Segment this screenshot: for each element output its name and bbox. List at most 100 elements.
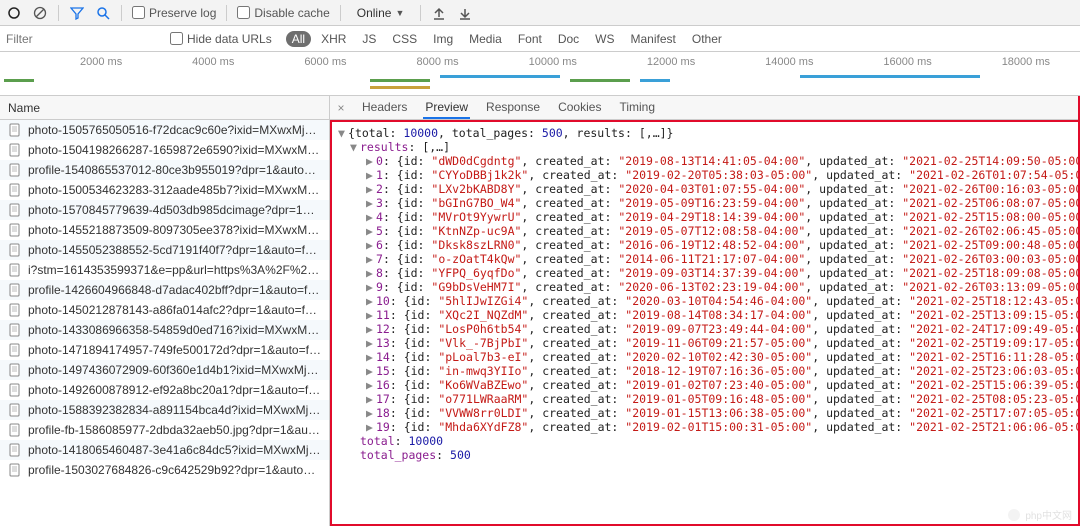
- record-toggle[interactable]: [6, 5, 22, 21]
- request-row[interactable]: photo-1455052388552-5cd7191f40f7?dpr=1&a…: [0, 240, 329, 260]
- disable-cache-label: Disable cache: [254, 6, 329, 20]
- download-har-icon[interactable]: [457, 5, 473, 21]
- type-chip-manifest[interactable]: Manifest: [625, 31, 682, 47]
- throttling-label: Online: [357, 6, 392, 20]
- tab-headers[interactable]: Headers: [360, 96, 409, 119]
- request-row[interactable]: profile-1426604966848-d7adac402bff?dpr=1…: [0, 280, 329, 300]
- preview-json[interactable]: ▼{total: 10000, total_pages: 500, result…: [330, 120, 1078, 524]
- preserve-log-checkbox[interactable]: Preserve log: [132, 6, 216, 20]
- request-row[interactable]: profile-1540865537012-80ce3b955019?dpr=1…: [0, 160, 329, 180]
- throttling-select[interactable]: Online ▼: [351, 6, 411, 20]
- search-icon[interactable]: [95, 5, 111, 21]
- request-list-pane: Name photo-1505765050516-f72dcac9c60e?ix…: [0, 96, 330, 526]
- request-row[interactable]: photo-1450212878143-a86fa014afc2?dpr=1&a…: [0, 300, 329, 320]
- separator: [420, 5, 421, 21]
- type-chip-js[interactable]: JS: [356, 31, 382, 47]
- type-chip-doc[interactable]: Doc: [552, 31, 585, 47]
- request-row[interactable]: photo-1588392382834-a891154bca4d?ixid=MX…: [0, 400, 329, 420]
- doc-icon: [8, 143, 22, 157]
- type-chip-xhr[interactable]: XHR: [315, 31, 352, 47]
- request-name: photo-1455218873509-8097305ee378?ixid=MX…: [28, 223, 321, 237]
- request-list-header[interactable]: Name: [0, 96, 329, 120]
- type-chip-all[interactable]: All: [286, 31, 311, 47]
- request-name: profile-1503027684826-c9c642529b92?dpr=1…: [28, 463, 321, 477]
- timeline-tick: 16000 ms: [883, 56, 931, 68]
- doc-icon: [8, 283, 22, 297]
- timeline-tick: 10000 ms: [529, 56, 577, 68]
- request-row[interactable]: photo-1418065460487-3e41a6c84dc5?ixid=MX…: [0, 440, 329, 460]
- chevron-down-icon: ▼: [395, 8, 404, 18]
- clear-icon[interactable]: [32, 5, 48, 21]
- request-name: i?stm=1614353599371&e=pp&url=https%3A%2F…: [28, 263, 321, 277]
- request-name: photo-1492600878912-ef92a8bc20a1?dpr=1&a…: [28, 383, 321, 397]
- doc-icon: [8, 363, 22, 377]
- request-name: photo-1588392382834-a891154bca4d?ixid=MX…: [28, 403, 321, 417]
- request-row[interactable]: photo-1433086966358-54859d0ed716?ixid=MX…: [0, 320, 329, 340]
- request-name: photo-1418065460487-3e41a6c84dc5?ixid=MX…: [28, 443, 321, 457]
- timeline-ticks: 2000 ms4000 ms6000 ms8000 ms10000 ms1200…: [0, 52, 1080, 68]
- request-name: photo-1505765050516-f72dcac9c60e?ixid=MX…: [28, 123, 321, 137]
- filter-input[interactable]: [6, 32, 156, 46]
- request-name: photo-1455052388552-5cd7191f40f7?dpr=1&a…: [28, 243, 321, 257]
- separator: [340, 5, 341, 21]
- request-name: photo-1497436072909-60f360e1d4b1?ixid=MX…: [28, 363, 321, 377]
- type-chip-css[interactable]: CSS: [386, 31, 423, 47]
- type-chip-other[interactable]: Other: [686, 31, 728, 47]
- filter-icon[interactable]: [69, 5, 85, 21]
- type-chip-img[interactable]: Img: [427, 31, 459, 47]
- request-row[interactable]: photo-1570845779639-4d503db985dcimage?dp…: [0, 200, 329, 220]
- doc-icon: [8, 323, 22, 337]
- request-detail-pane: × Headers Preview Response Cookies Timing ▼{…: [330, 96, 1080, 526]
- request-name: photo-1433086966358-54859d0ed716?ixid=MX…: [28, 323, 321, 337]
- doc-icon: [8, 263, 22, 277]
- separator: [226, 5, 227, 21]
- close-icon[interactable]: ×: [334, 101, 348, 115]
- type-chip-media[interactable]: Media: [463, 31, 508, 47]
- timeline-marks: [0, 75, 1080, 89]
- hide-data-urls-label: Hide data URLs: [187, 32, 272, 46]
- timeline-overview[interactable]: 2000 ms4000 ms6000 ms8000 ms10000 ms1200…: [0, 52, 1080, 96]
- request-row[interactable]: photo-1505765050516-f72dcac9c60e?ixid=MX…: [0, 120, 329, 140]
- timeline-tick: 2000 ms: [80, 56, 122, 68]
- request-name: profile-1426604966848-d7adac402bff?dpr=1…: [28, 283, 321, 297]
- timeline-tick: 6000 ms: [304, 56, 346, 68]
- timeline-tick: 14000 ms: [765, 56, 813, 68]
- request-row[interactable]: photo-1492600878912-ef92a8bc20a1?dpr=1&a…: [0, 380, 329, 400]
- preserve-log-label: Preserve log: [149, 6, 216, 20]
- request-name: photo-1504198266287-1659872e6590?ixid=MX…: [28, 143, 321, 157]
- doc-icon: [8, 203, 22, 217]
- request-row[interactable]: profile-fb-1586085977-2dbda32aeb50.jpg?d…: [0, 420, 329, 440]
- hide-data-urls-checkbox[interactable]: Hide data URLs: [170, 32, 272, 46]
- hide-data-urls-input[interactable]: [170, 32, 183, 45]
- request-row[interactable]: profile-1503027684826-c9c642529b92?dpr=1…: [0, 460, 329, 480]
- doc-icon: [8, 423, 22, 437]
- separator: [58, 5, 59, 21]
- tab-preview[interactable]: Preview: [423, 96, 470, 119]
- request-row[interactable]: i?stm=1614353599371&e=pp&url=https%3A%2F…: [0, 260, 329, 280]
- tab-cookies[interactable]: Cookies: [556, 96, 603, 119]
- doc-icon: [8, 343, 22, 357]
- preserve-log-input[interactable]: [132, 6, 145, 19]
- upload-har-icon[interactable]: [431, 5, 447, 21]
- type-chip-ws[interactable]: WS: [589, 31, 620, 47]
- request-name: photo-1471894174957-749fe500172d?dpr=1&a…: [28, 343, 321, 357]
- tab-response[interactable]: Response: [484, 96, 542, 119]
- request-row[interactable]: photo-1471894174957-749fe500172d?dpr=1&a…: [0, 340, 329, 360]
- request-row[interactable]: photo-1500534623283-312aade485b7?ixid=MX…: [0, 180, 329, 200]
- request-name: profile-fb-1586085977-2dbda32aeb50.jpg?d…: [28, 423, 321, 437]
- timeline-tick: 8000 ms: [416, 56, 458, 68]
- request-list[interactable]: photo-1505765050516-f72dcac9c60e?ixid=MX…: [0, 120, 329, 526]
- timeline-tick: 4000 ms: [192, 56, 234, 68]
- tab-timing[interactable]: Timing: [617, 96, 657, 119]
- request-name: photo-1500534623283-312aade485b7?ixid=MX…: [28, 183, 321, 197]
- type-chip-font[interactable]: Font: [512, 31, 548, 47]
- disable-cache-input[interactable]: [237, 6, 250, 19]
- doc-icon: [8, 403, 22, 417]
- filter-bar: Hide data URLs AllXHRJSCSSImgMediaFontDo…: [0, 26, 1080, 52]
- timeline-tick: 18000 ms: [1002, 56, 1050, 68]
- disable-cache-checkbox[interactable]: Disable cache: [237, 6, 329, 20]
- request-row[interactable]: photo-1455218873509-8097305ee378?ixid=MX…: [0, 220, 329, 240]
- request-row[interactable]: photo-1497436072909-60f360e1d4b1?ixid=MX…: [0, 360, 329, 380]
- request-row[interactable]: photo-1504198266287-1659872e6590?ixid=MX…: [0, 140, 329, 160]
- doc-icon: [8, 443, 22, 457]
